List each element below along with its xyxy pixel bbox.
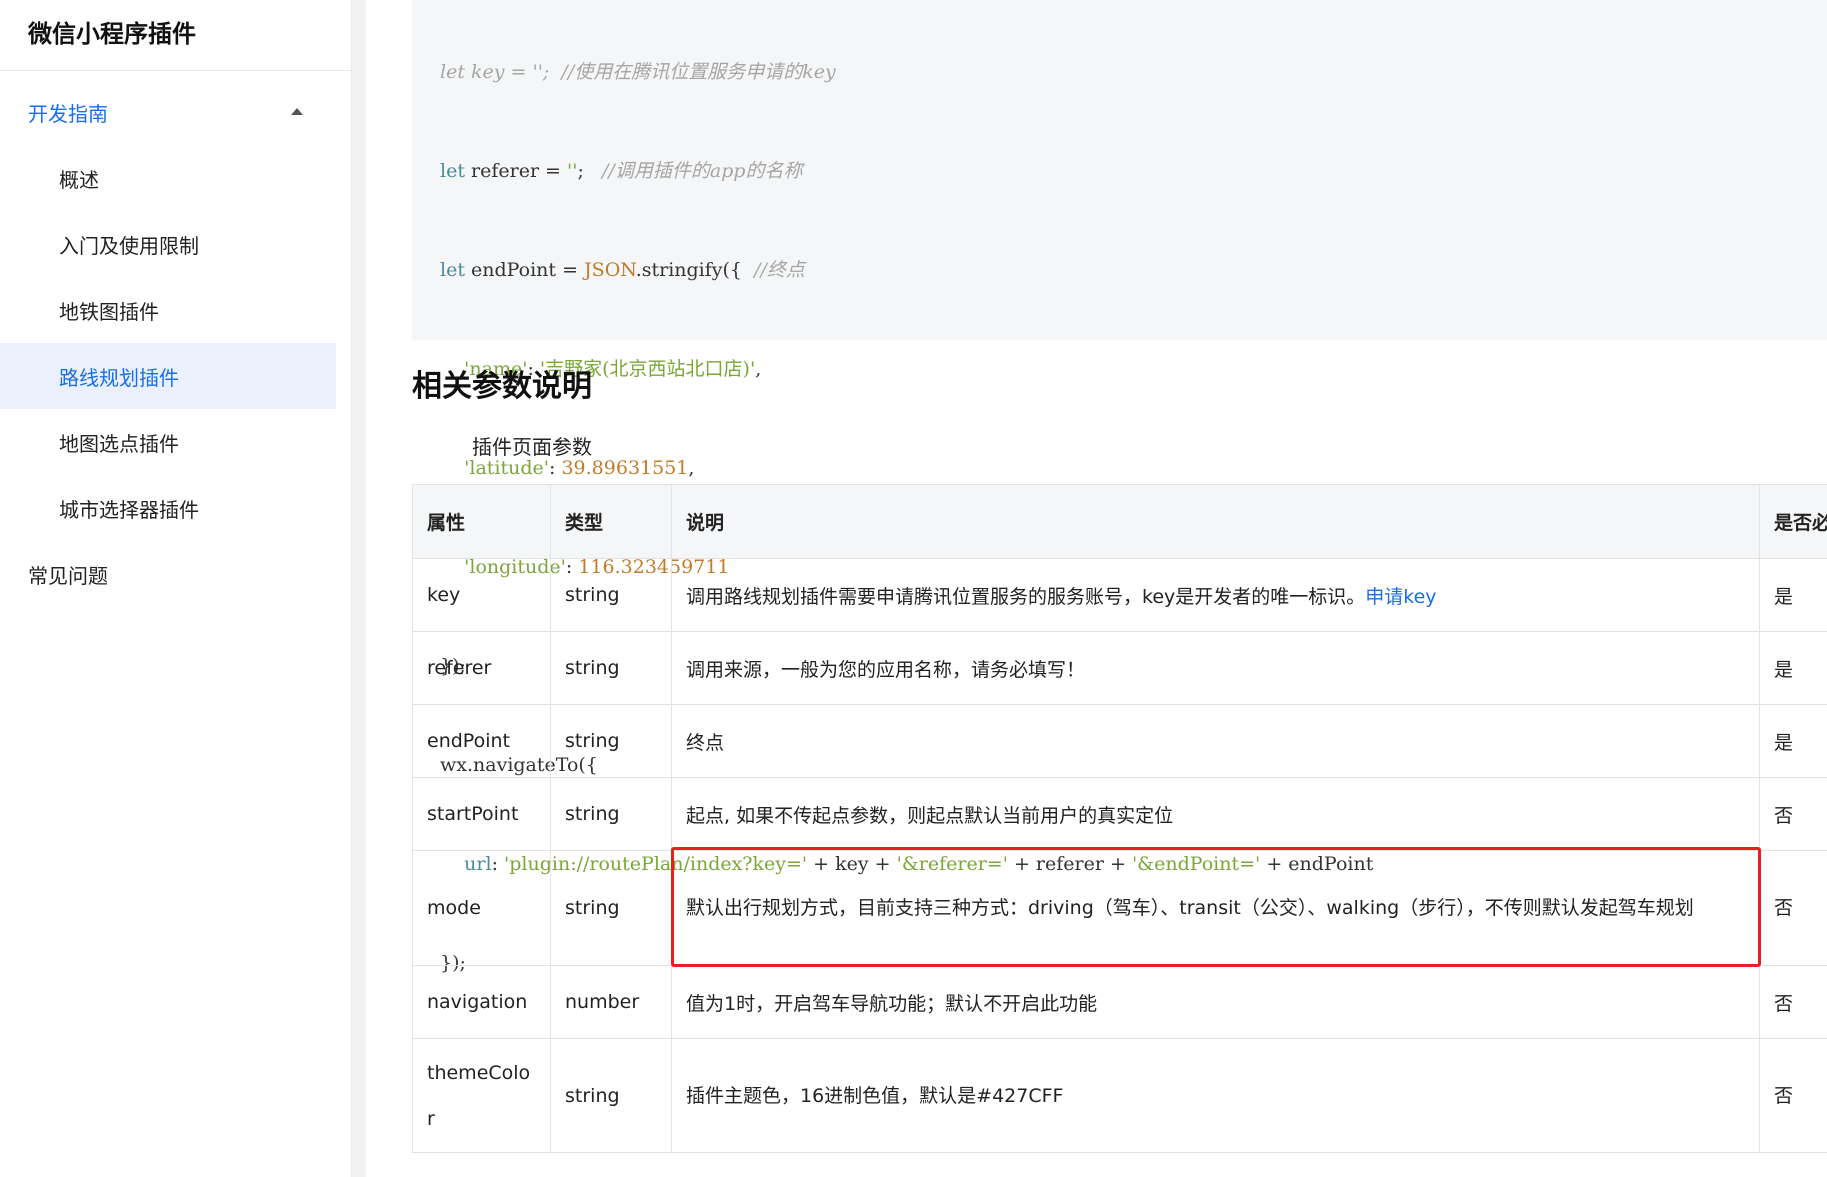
sidebar-item-faq[interactable]: 常见问题 — [0, 541, 351, 607]
cell-desc: 默认出行规划方式，目前支持三种方式：driving（驾车）、transit（公交… — [671, 850, 1760, 966]
cell-attr: referer — [412, 631, 551, 705]
cell-type: string — [550, 1038, 672, 1153]
table-row: navigation number 值为1时，开启驾车导航功能；默认不开启此功能… — [412, 965, 1827, 1039]
apply-key-link[interactable]: 申请key — [1365, 586, 1436, 608]
sidebar-title: 微信小程序插件 — [0, 0, 351, 71]
main-content: let key = ''; //使用在腾讯位置服务申请的key let refe… — [352, 0, 1827, 1177]
cell-type: number — [550, 965, 672, 1039]
table-row: mode string 默认出行规划方式，目前支持三种方式：driving（驾车… — [412, 850, 1827, 966]
sidebar-item-route-plan-plugin[interactable]: 路线规划插件 — [0, 343, 336, 409]
code-block: let key = ''; //使用在腾讯位置服务申请的key let refe… — [412, 0, 1827, 974]
code-text: .stringify({ — [635, 259, 755, 281]
table-row: themeColor string 插件主题色，16进制色值，默认是#427CF… — [412, 1038, 1827, 1153]
code-line: let endPoint = JSON.stringify({ //终点 — [440, 254, 1827, 287]
code-line: let referer = ''; //调用插件的app的名称 — [440, 155, 1827, 188]
cell-type: string — [550, 631, 672, 705]
code-string: '' — [567, 160, 578, 182]
table-row: key string 调用路线规划插件需要申请腾讯位置服务的服务账号，key是开… — [412, 558, 1827, 632]
section-subtitle: 插件页面参数 — [472, 435, 592, 459]
code-text: referer = — [464, 160, 568, 182]
cell-desc: 调用路线规划插件需要申请腾讯位置服务的服务账号，key是开发者的唯一标识。申请k… — [671, 558, 1760, 632]
cell-type: string — [550, 777, 672, 851]
cell-attr: endPoint — [412, 704, 551, 778]
cell-required: 否 — [1759, 850, 1827, 966]
sidebar-item-overview[interactable]: 概述 — [0, 145, 336, 211]
cell-attr: mode — [412, 850, 551, 966]
sidebar-group-dev-guide[interactable]: 开发指南 — [0, 79, 351, 145]
table-row: referer string 调用来源，一般为您的应用名称，请务必填写！ 是 — [412, 631, 1827, 705]
table-row: endPoint string 终点 是 — [412, 704, 1827, 778]
code-keyword: let — [440, 160, 465, 182]
code-line: let key = ''; //使用在腾讯位置服务申请的key — [440, 56, 1827, 89]
table-row: startPoint string 起点, 如果不传起点参数，则起点默认当前用户… — [412, 777, 1827, 851]
header-attr: 属性 — [412, 484, 551, 559]
cell-attr: startPoint — [412, 777, 551, 851]
cell-required: 否 — [1759, 965, 1827, 1039]
code-object: JSON — [584, 259, 636, 281]
caret-up-icon[interactable] — [291, 108, 303, 115]
sidebar-item-city-selector-plugin[interactable]: 城市选择器插件 — [0, 475, 336, 541]
cell-desc: 起点, 如果不传起点参数，则起点默认当前用户的真实定位 — [671, 777, 1760, 851]
cell-type: string — [550, 704, 672, 778]
cell-required: 是 — [1759, 558, 1827, 632]
app-root: 微信小程序插件 开发指南 概述 入门及使用限制 地铁图插件 路线规划插件 地图选… — [0, 0, 1827, 1177]
section-title: 相关参数说明 — [412, 369, 592, 404]
header-required: 是否必 — [1759, 484, 1827, 559]
cell-required: 否 — [1759, 777, 1827, 851]
code-line: 'latitude': 39.89631551, — [440, 452, 1827, 485]
sidebar-group-label: 开发指南 — [28, 101, 108, 126]
cell-desc: 终点 — [671, 704, 1760, 778]
cell-required: 是 — [1759, 704, 1827, 778]
cell-required: 否 — [1759, 1038, 1827, 1153]
code-key: 'latitude' — [464, 457, 550, 479]
table-header-row: 属性 类型 说明 是否必 — [412, 484, 1827, 559]
code-text: endPoint = — [464, 259, 585, 281]
code-text: : — [549, 457, 562, 479]
cell-type: string — [550, 850, 672, 966]
sidebar-item-subway-plugin[interactable]: 地铁图插件 — [0, 277, 336, 343]
header-desc: 说明 — [671, 484, 1760, 559]
code-comment: //终点 — [754, 259, 805, 281]
sidebar-item-getting-started[interactable]: 入门及使用限制 — [0, 211, 336, 277]
code-number: 39.89631551 — [561, 457, 689, 479]
params-table: 属性 类型 说明 是否必 key string 调用路线规划插件需要申请腾讯位置… — [412, 484, 1827, 1153]
cell-desc: 调用来源，一般为您的应用名称，请务必填写！ — [671, 631, 1760, 705]
content-divider — [352, 0, 366, 1177]
sidebar-item-map-picker-plugin[interactable]: 地图选点插件 — [0, 409, 336, 475]
cell-attr: navigation — [412, 965, 551, 1039]
cell-type: string — [550, 558, 672, 632]
cell-attr: key — [412, 558, 551, 632]
code-text: let key = ''; //使用在腾讯位置服务申请的key — [440, 61, 836, 83]
cell-desc: 值为1时，开启驾车导航功能；默认不开启此功能 — [671, 965, 1760, 1039]
code-text: ; — [577, 160, 603, 182]
cell-desc: 插件主题色，16进制色值，默认是#427CFF — [671, 1038, 1760, 1153]
cell-attr: themeColor — [412, 1038, 551, 1153]
code-line: 'name': '吉野家(北京西站北口店)', — [440, 353, 1827, 386]
header-type: 类型 — [550, 484, 672, 559]
code-text: , — [688, 457, 695, 479]
sidebar: 微信小程序插件 开发指南 概述 入门及使用限制 地铁图插件 路线规划插件 地图选… — [0, 0, 352, 1177]
code-keyword: let — [440, 259, 465, 281]
code-text: , — [755, 358, 762, 380]
cell-desc-text: 调用路线规划插件需要申请腾讯位置服务的服务账号，key是开发者的唯一标识。 — [686, 585, 1366, 608]
cell-required: 是 — [1759, 631, 1827, 705]
code-comment: //调用插件的app的名称 — [602, 160, 803, 182]
